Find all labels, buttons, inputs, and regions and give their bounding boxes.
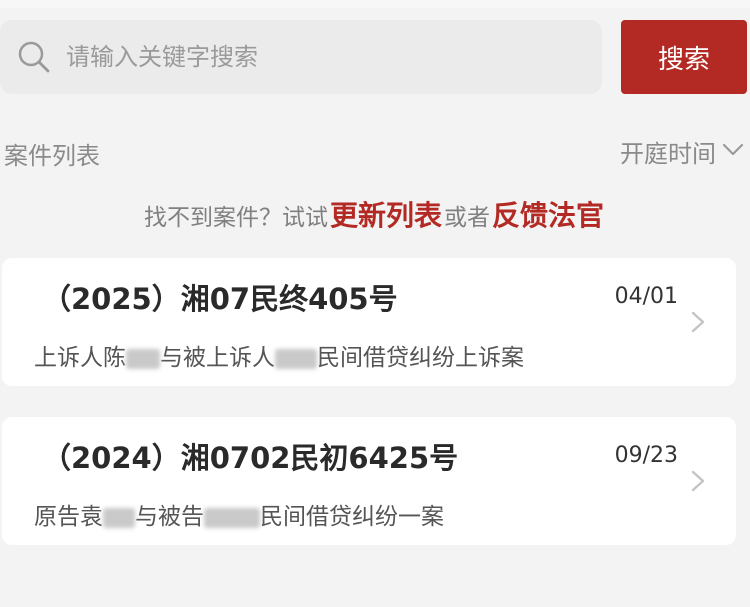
redacted-text: [103, 507, 135, 528]
feedback-judge-link[interactable]: 反馈法官: [492, 194, 604, 234]
sort-label: 开庭时间: [620, 140, 716, 168]
case-description: 原告袁 与被告 民间借贷纠纷一案: [34, 497, 444, 531]
list-header: 案件列表 开庭时间: [0, 122, 750, 178]
case-desc-part: 与被上诉人: [160, 345, 275, 371]
case-card[interactable]: （2024）湘0702民初6425号 09/23 原告袁 与被告 民间借贷纠纷一案: [2, 417, 736, 545]
chevron-right-icon: [688, 310, 708, 334]
redacted-text: [275, 348, 317, 369]
search-bar: 搜索: [0, 10, 750, 108]
case-desc-part: 民间借贷纠纷上诉案: [317, 345, 524, 371]
case-number: （2024）湘0702民初6425号: [42, 441, 459, 475]
case-number: （2025）湘07民终405号: [42, 282, 398, 316]
hearing-date: 04/01: [614, 284, 678, 309]
case-desc-part: 原告袁: [34, 504, 103, 530]
search-box[interactable]: [0, 20, 602, 94]
search-button[interactable]: 搜索: [621, 20, 747, 94]
sort-dropdown[interactable]: 开庭时间: [620, 134, 744, 169]
search-input[interactable]: [64, 42, 568, 72]
case-desc-part: 上诉人陈: [34, 345, 126, 371]
search-icon: [12, 35, 56, 79]
hint-middle: 或者: [444, 205, 490, 231]
case-desc-part: 与被告: [135, 504, 204, 530]
hint-prefix: 找不到案件？试试: [143, 205, 328, 231]
case-description: 上诉人陈 与被上诉人 民间借贷纠纷上诉案: [34, 338, 524, 372]
top-strip: [0, 0, 750, 8]
not-found-hint: 找不到案件？试试 更新列表 或者 反馈法官: [0, 194, 750, 242]
refresh-list-link[interactable]: 更新列表: [330, 194, 442, 234]
redacted-text: [126, 348, 160, 369]
chevron-right-icon: [688, 469, 708, 493]
hearing-date: 09/23: [614, 443, 678, 468]
case-desc-part: 民间借贷纠纷一案: [260, 504, 444, 530]
redacted-text: [204, 507, 260, 528]
case-card[interactable]: （2025）湘07民终405号 04/01 上诉人陈 与被上诉人 民间借贷纠纷上诉案: [2, 258, 736, 386]
chevron-down-icon: [722, 142, 744, 161]
list-title: 案件列表: [4, 142, 100, 170]
